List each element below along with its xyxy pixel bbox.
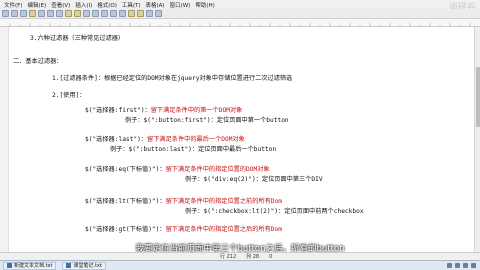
input-method-icon[interactable] bbox=[463, 263, 468, 268]
lt-example: 例子：$(":checkbox:lt(2)")：定位页面中前两个checkbox bbox=[185, 208, 364, 215]
vertical-scrollbar[interactable] bbox=[474, 27, 480, 252]
first-example: 例子：$(":button:first")：定位页面中第一个button bbox=[125, 117, 289, 124]
print-icon[interactable] bbox=[29, 10, 36, 17]
lt-selector-line: $("选择器:lt(下标值)")：留下满足条件中的指定位置之前的所有Dom bbox=[85, 196, 282, 205]
eq-example: 例子：$("div:eq(2)")：定位页面中第三个DIV bbox=[185, 176, 323, 183]
menu-window[interactable]: 窗口(W) bbox=[170, 1, 191, 9]
ruler bbox=[0, 19, 480, 27]
copy-icon[interactable] bbox=[47, 10, 54, 17]
new-file-icon[interactable] bbox=[2, 10, 9, 17]
lt-description: 留下满足条件中的指定位置之前的所有Dom bbox=[165, 198, 282, 205]
scrollbar-thumb[interactable] bbox=[476, 67, 480, 127]
first-selector: $("选择器:first")： bbox=[85, 107, 151, 114]
menu-table[interactable]: 表格(A) bbox=[146, 1, 165, 9]
align-center-icon[interactable] bbox=[137, 10, 144, 17]
menu-help[interactable]: 帮助(H) bbox=[195, 1, 214, 9]
gt-selector-line: $("选择器:gt(下标值)")：留下满足条件中的指定位置之后的所有Dom bbox=[85, 224, 282, 233]
replace-icon[interactable] bbox=[92, 10, 99, 17]
paste-icon[interactable] bbox=[56, 10, 63, 17]
text-file-icon bbox=[66, 263, 72, 268]
taskbar-item-new-text[interactable]: 新建文本文档.txt bbox=[3, 261, 57, 270]
document-area[interactable]: 3.六种过滤器（三种常见过滤器） 二．基本过滤器： 1.[过滤器条件]：根据已经… bbox=[0, 27, 480, 252]
lt-selector: $("选择器:lt(下标值)")： bbox=[85, 198, 166, 205]
taskbar-item-notes[interactable]: 课堂笔记.txt bbox=[62, 261, 106, 270]
ruler-ticks bbox=[9, 23, 471, 27]
text-file-icon bbox=[7, 263, 12, 268]
save-icon[interactable] bbox=[20, 10, 27, 17]
undo-icon[interactable] bbox=[65, 10, 72, 17]
menu-bar: 文件(F) 编辑(E) 查看(V) 插入(I) 格式(O) 工具(T) 表格(A… bbox=[0, 0, 480, 9]
menu-format[interactable]: 格式(O) bbox=[97, 1, 117, 9]
network-icon[interactable] bbox=[447, 263, 452, 268]
menu-edit[interactable]: 编辑(E) bbox=[27, 1, 46, 9]
toolbar bbox=[0, 9, 480, 19]
table-icon[interactable] bbox=[146, 10, 153, 17]
image-icon[interactable] bbox=[155, 10, 162, 17]
taskbar-item-label: 课堂笔记.txt bbox=[73, 263, 102, 269]
status-column: 列 28 bbox=[246, 254, 260, 260]
align-left-icon[interactable] bbox=[128, 10, 135, 17]
system-tray bbox=[447, 263, 480, 268]
last-selector: $("选择器:last")： bbox=[85, 136, 148, 143]
last-selector-line: $("选择器:last")：留下满足条件中的最后一个DOM对象 bbox=[85, 134, 245, 143]
taskbar-item-label: 新建文本文档.txt bbox=[14, 263, 53, 269]
first-selector-line: $("选择器:first")：留下满足条件中的第一个DOM对象 bbox=[85, 105, 242, 114]
underline-icon[interactable] bbox=[119, 10, 126, 17]
bold-icon[interactable] bbox=[101, 10, 108, 17]
italic-icon[interactable] bbox=[110, 10, 117, 17]
menu-view[interactable]: 查看(V) bbox=[51, 1, 70, 9]
section-basic-filters: 二．基本过滤器： bbox=[13, 58, 63, 65]
eq-description: 留下满足条件中的指定位置的DOM对象 bbox=[165, 166, 270, 173]
gt-selector: $("选择器:gt(下标值)")： bbox=[85, 226, 166, 233]
gt-description: 留下满足条件中的指定位置之后的所有Dom bbox=[165, 226, 282, 233]
last-description: 留下满足条件中的最后一个DOM对象 bbox=[147, 136, 245, 143]
item-usage: 2.[使用]： bbox=[52, 92, 86, 99]
find-icon[interactable] bbox=[83, 10, 90, 17]
status-bar: 行 212 列 28 0 bbox=[0, 252, 480, 260]
menu-file[interactable]: 文件(F) bbox=[4, 1, 22, 9]
item-condition: 1.[过滤器条件]：根据已经定位的DOM对象在jquery对象中存储位置进行二次… bbox=[52, 75, 293, 82]
eq-selector-line: $("选择器:eq(下标值)")：留下满足条件中的指定位置的DOM对象 bbox=[85, 164, 270, 173]
menu-insert[interactable]: 插入(I) bbox=[75, 1, 92, 9]
first-description: 留下满足条件中的第一个DOM对象 bbox=[150, 107, 243, 114]
redo-icon[interactable] bbox=[74, 10, 81, 17]
last-example: 例子：$(":button:last")：定位页面中最后一个button bbox=[110, 146, 277, 153]
taskbar: 新建文本文档.txt 课堂笔记.txt bbox=[0, 260, 480, 270]
line-gutter bbox=[0, 27, 9, 252]
clock-icon[interactable] bbox=[471, 263, 476, 268]
status-selection: 0 bbox=[269, 253, 273, 260]
heading-filters: 3.六种过滤器（三种常见过滤器） bbox=[30, 35, 125, 42]
menu-tools[interactable]: 工具(T) bbox=[122, 1, 141, 9]
eq-selector: $("选择器:eq(下标值)")： bbox=[85, 166, 166, 173]
open-file-icon[interactable] bbox=[11, 10, 18, 17]
volume-icon[interactable] bbox=[455, 263, 460, 268]
cut-icon[interactable] bbox=[38, 10, 45, 17]
status-line: 行 212 bbox=[220, 254, 237, 260]
